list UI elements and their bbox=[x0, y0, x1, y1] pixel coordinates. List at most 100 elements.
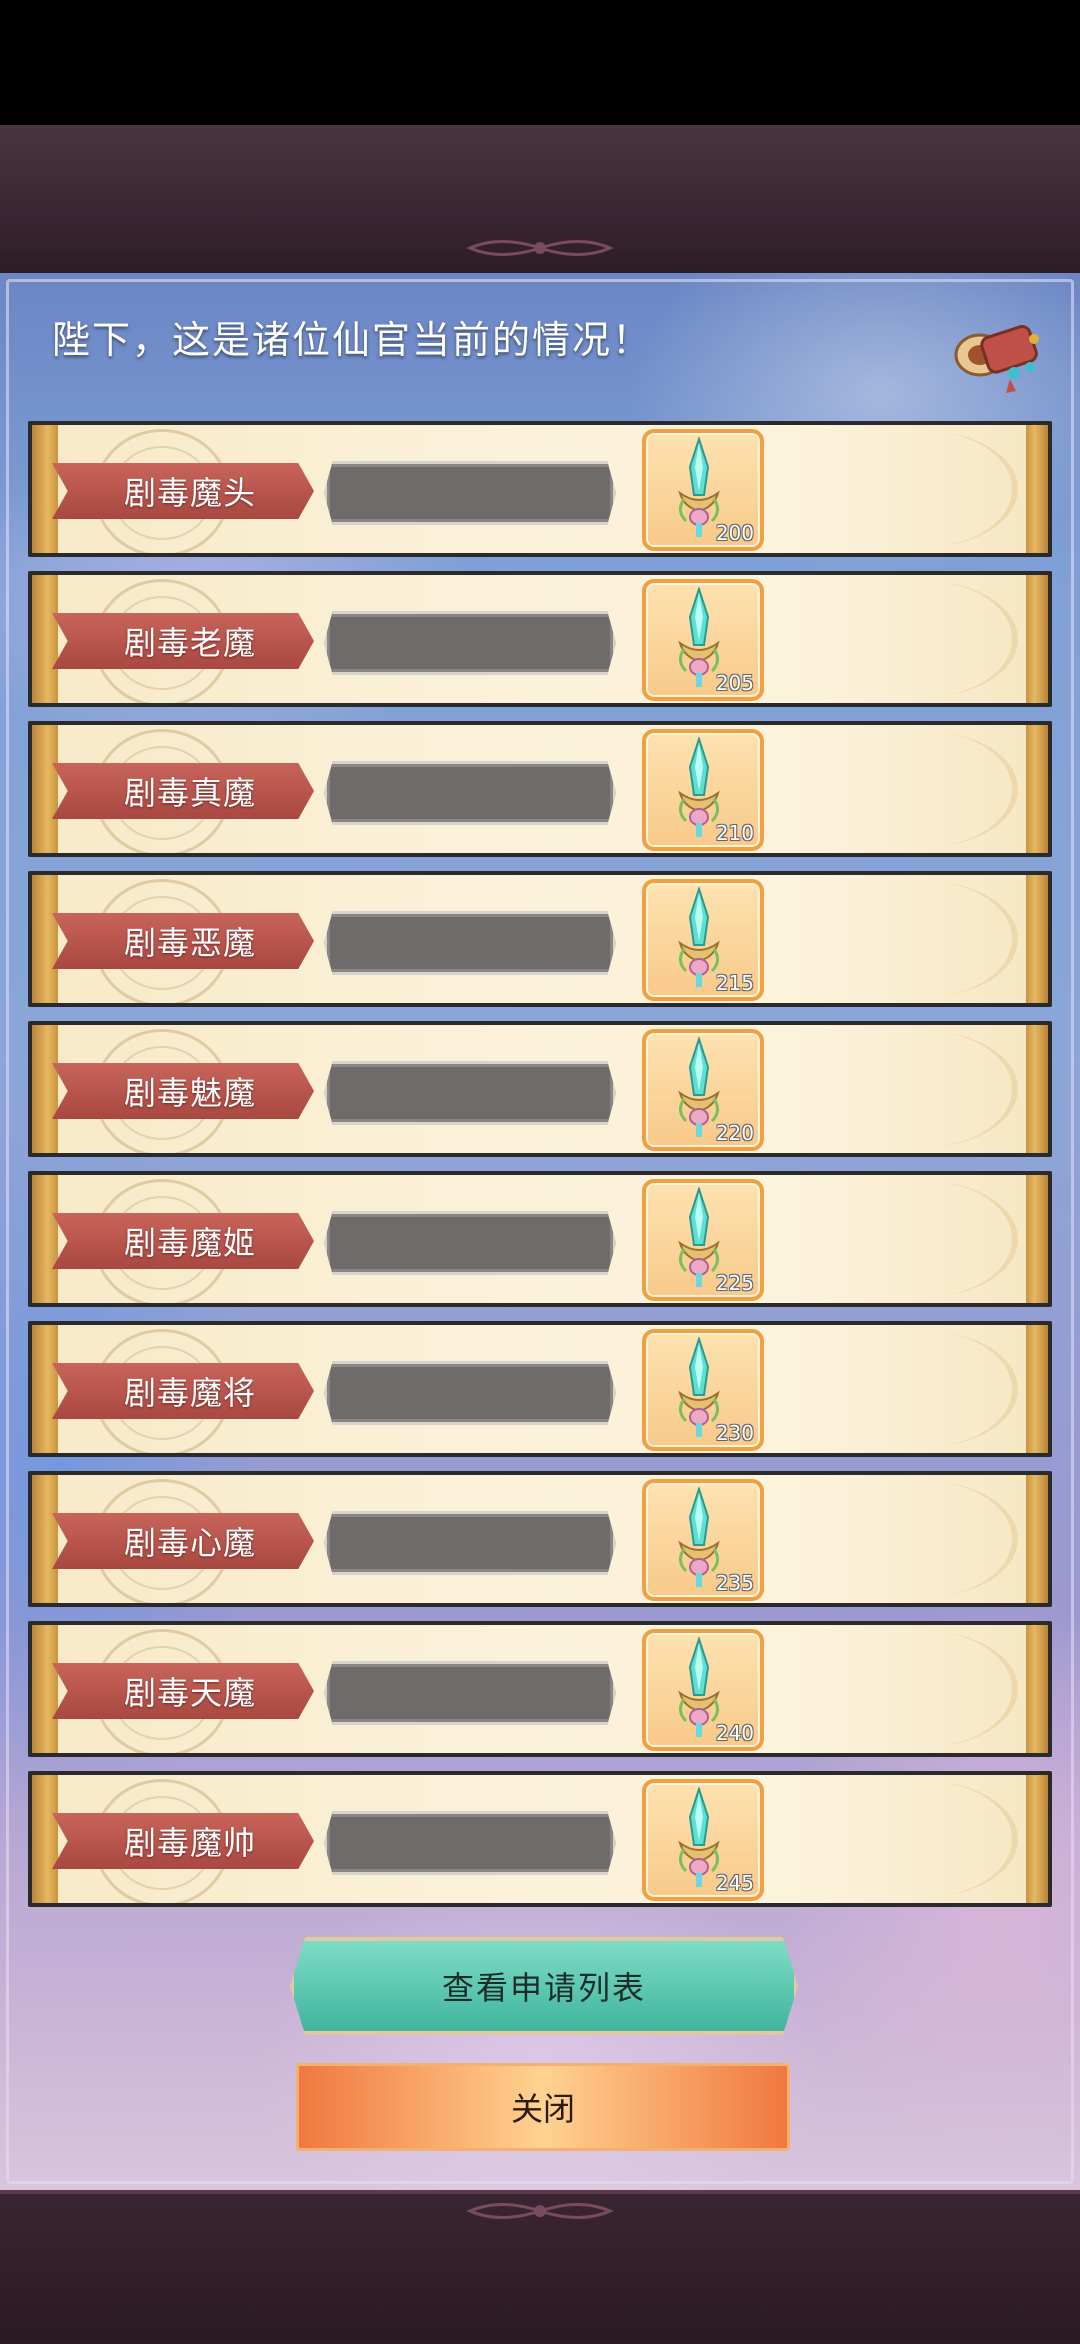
official-name-banner: 剧毒老魔 bbox=[52, 613, 314, 669]
row-right-cap bbox=[1026, 875, 1048, 1003]
row-background: 剧毒魔将 230 bbox=[32, 1325, 1048, 1453]
reward-item-slot[interactable]: 210 bbox=[642, 729, 764, 851]
official-name: 剧毒魅魔 bbox=[123, 1074, 256, 1112]
official-row: 剧毒魔帅 245 bbox=[28, 1771, 1052, 1907]
item-level: 235 bbox=[715, 1571, 754, 1595]
row-right-cap bbox=[1026, 725, 1048, 853]
reward-item-slot[interactable]: 225 bbox=[642, 1179, 764, 1301]
item-level: 200 bbox=[715, 521, 754, 545]
occupant-slot[interactable] bbox=[324, 1061, 616, 1125]
official-row: 剧毒魔姬 225 bbox=[28, 1171, 1052, 1307]
scroll-icon bbox=[954, 325, 1039, 393]
reward-item-slot[interactable]: 205 bbox=[642, 579, 764, 701]
occupant-slot[interactable] bbox=[324, 461, 616, 525]
reward-item-slot[interactable]: 215 bbox=[642, 879, 764, 1001]
row-right-cap bbox=[1026, 1175, 1048, 1303]
official-name-banner: 剧毒真魔 bbox=[52, 763, 314, 819]
official-row: 剧毒老魔 205 bbox=[28, 571, 1052, 707]
row-flourish bbox=[832, 1631, 1018, 1747]
row-background: 剧毒魅魔 220 bbox=[32, 1025, 1048, 1153]
row-background: 剧毒魔姬 225 bbox=[32, 1175, 1048, 1303]
occupant-slot[interactable] bbox=[324, 1661, 616, 1725]
view-application-list-button[interactable]: 查看申请列表 bbox=[290, 1937, 798, 2035]
item-level: 240 bbox=[715, 1721, 754, 1745]
row-flourish bbox=[832, 1481, 1018, 1597]
row-right-cap bbox=[1026, 1025, 1048, 1153]
official-name-banner: 剧毒恶魔 bbox=[52, 913, 314, 969]
official-name: 剧毒天魔 bbox=[123, 1674, 256, 1712]
row-left-cap bbox=[32, 1175, 58, 1303]
official-name-banner: 剧毒魔帅 bbox=[52, 1813, 314, 1869]
official-name-banner: 剧毒魔将 bbox=[52, 1363, 314, 1419]
row-left-cap bbox=[32, 1025, 58, 1153]
row-background: 剧毒恶魔 215 bbox=[32, 875, 1048, 1003]
official-name: 剧毒恶魔 bbox=[123, 924, 256, 962]
official-row: 剧毒魔头 200 bbox=[28, 421, 1052, 557]
row-flourish bbox=[832, 881, 1018, 997]
frame-ornament-icon bbox=[466, 2203, 614, 2219]
row-right-cap bbox=[1026, 1475, 1048, 1603]
reward-item-slot[interactable]: 235 bbox=[642, 1479, 764, 1601]
official-row: 剧毒天魔 240 bbox=[28, 1621, 1052, 1757]
row-flourish bbox=[832, 731, 1018, 847]
official-row: 剧毒魅魔 220 bbox=[28, 1021, 1052, 1157]
occupant-slot[interactable] bbox=[324, 1811, 616, 1875]
official-name: 剧毒魔姬 bbox=[123, 1224, 256, 1262]
officials-panel: 陛下，这是诸位仙官当前的情况！ 剧毒魔头 200 剧毒老魔 205 剧毒真魔 2… bbox=[0, 273, 1080, 2190]
reward-item-slot[interactable]: 200 bbox=[642, 429, 764, 551]
item-level: 220 bbox=[715, 1121, 754, 1145]
official-name: 剧毒魔帅 bbox=[123, 1824, 256, 1862]
row-left-cap bbox=[32, 875, 58, 1003]
item-level: 210 bbox=[715, 821, 754, 845]
row-right-cap bbox=[1026, 1325, 1048, 1453]
row-background: 剧毒老魔 205 bbox=[32, 575, 1048, 703]
row-flourish bbox=[832, 581, 1018, 697]
occupant-slot[interactable] bbox=[324, 1511, 616, 1575]
official-name: 剧毒老魔 bbox=[123, 624, 256, 662]
occupant-slot[interactable] bbox=[324, 761, 616, 825]
row-left-cap bbox=[32, 1325, 58, 1453]
close-button[interactable]: 关闭 bbox=[296, 2063, 790, 2151]
official-row: 剧毒恶魔 215 bbox=[28, 871, 1052, 1007]
row-background: 剧毒心魔 235 bbox=[32, 1475, 1048, 1603]
row-left-cap bbox=[32, 725, 58, 853]
row-flourish bbox=[832, 1031, 1018, 1147]
row-left-cap bbox=[32, 575, 58, 703]
row-right-cap bbox=[1026, 575, 1048, 703]
official-name: 剧毒魔将 bbox=[123, 1374, 256, 1412]
official-name-banner: 剧毒魔姬 bbox=[52, 1213, 314, 1269]
panel-title: 陛下，这是诸位仙官当前的情况！ bbox=[52, 318, 653, 362]
row-flourish bbox=[832, 1781, 1018, 1897]
official-row: 剧毒真魔 210 bbox=[28, 721, 1052, 857]
official-row: 剧毒心魔 235 bbox=[28, 1471, 1052, 1607]
row-right-cap bbox=[1026, 1625, 1048, 1753]
official-name-banner: 剧毒魔头 bbox=[52, 463, 314, 519]
row-right-cap bbox=[1026, 425, 1048, 553]
reward-item-slot[interactable]: 245 bbox=[642, 1779, 764, 1901]
official-name: 剧毒真魔 bbox=[123, 774, 256, 812]
occupant-slot[interactable] bbox=[324, 1211, 616, 1275]
item-level: 245 bbox=[715, 1871, 754, 1895]
row-flourish bbox=[832, 1331, 1018, 1447]
row-background: 剧毒真魔 210 bbox=[32, 725, 1048, 853]
row-flourish bbox=[832, 1181, 1018, 1297]
row-background: 剧毒天魔 240 bbox=[32, 1625, 1048, 1753]
reward-item-slot[interactable]: 220 bbox=[642, 1029, 764, 1151]
row-left-cap bbox=[32, 1775, 58, 1903]
occupant-slot[interactable] bbox=[324, 911, 616, 975]
status-bar bbox=[0, 0, 1080, 125]
row-left-cap bbox=[32, 1475, 58, 1603]
reward-item-slot[interactable]: 240 bbox=[642, 1629, 764, 1751]
item-level: 215 bbox=[715, 971, 754, 995]
row-right-cap bbox=[1026, 1775, 1048, 1903]
official-row: 剧毒魔将 230 bbox=[28, 1321, 1052, 1457]
official-name-banner: 剧毒心魔 bbox=[52, 1513, 314, 1569]
official-name-banner: 剧毒魅魔 bbox=[52, 1063, 314, 1119]
occupant-slot[interactable] bbox=[324, 611, 616, 675]
item-level: 205 bbox=[715, 671, 754, 695]
official-name: 剧毒心魔 bbox=[123, 1524, 256, 1562]
official-name-banner: 剧毒天魔 bbox=[52, 1663, 314, 1719]
reward-item-slot[interactable]: 230 bbox=[642, 1329, 764, 1451]
row-background: 剧毒魔头 200 bbox=[32, 425, 1048, 553]
occupant-slot[interactable] bbox=[324, 1361, 616, 1425]
